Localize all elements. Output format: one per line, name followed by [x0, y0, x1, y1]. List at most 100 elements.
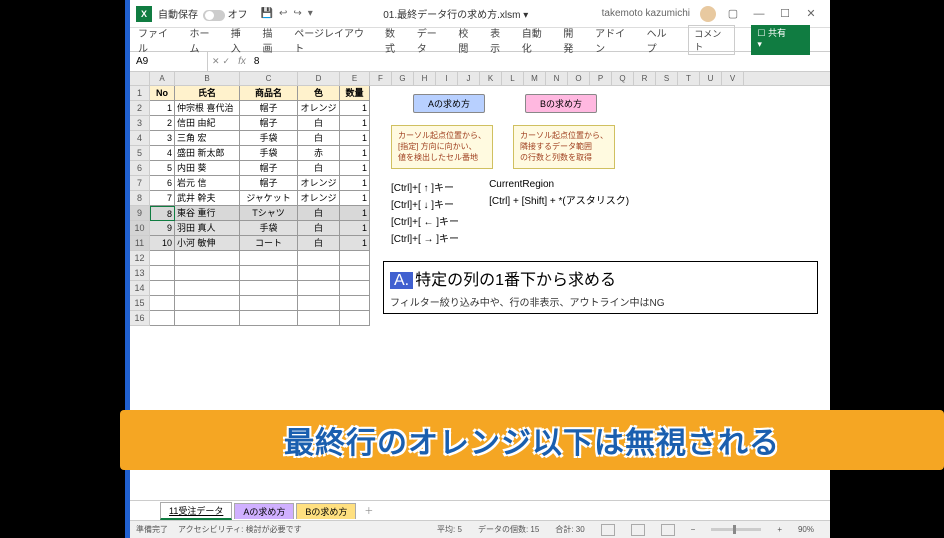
- cell[interactable]: 7: [150, 191, 175, 206]
- cell[interactable]: 仲宗根 喜代治: [175, 101, 240, 116]
- row-header[interactable]: 3: [130, 116, 150, 131]
- cell[interactable]: 白: [298, 236, 340, 251]
- tab-auto[interactable]: 自動化: [522, 25, 552, 55]
- cell[interactable]: 白: [298, 116, 340, 131]
- tab-data[interactable]: データ: [417, 25, 447, 55]
- row-header[interactable]: 12: [130, 251, 150, 266]
- cell[interactable]: 信田 由紀: [175, 116, 240, 131]
- cell[interactable]: 4: [150, 146, 175, 161]
- method-a-button[interactable]: Aの求め方: [413, 94, 485, 113]
- quick-access-toolbar[interactable]: 💾↩↪▾: [258, 8, 316, 19]
- row-header[interactable]: 1: [130, 86, 150, 101]
- row-header[interactable]: 13: [130, 266, 150, 281]
- cell[interactable]: 8: [150, 206, 175, 221]
- cell[interactable]: 羽田 真人: [175, 221, 240, 236]
- zoom-level[interactable]: 90%: [798, 525, 814, 534]
- minimize-icon[interactable]: —: [746, 8, 772, 20]
- cell[interactable]: 盛田 新太郎: [175, 146, 240, 161]
- formula-input[interactable]: 8: [250, 56, 260, 67]
- avatar[interactable]: [700, 6, 716, 22]
- cell[interactable]: 手袋: [240, 221, 298, 236]
- cell[interactable]: Tシャツ: [240, 206, 298, 221]
- cell[interactable]: 白: [298, 131, 340, 146]
- cell[interactable]: 6: [150, 176, 175, 191]
- row-header[interactable]: 8: [130, 191, 150, 206]
- zoom-slider[interactable]: [711, 528, 761, 531]
- column-headers[interactable]: ABCDE FGHIJKLMNOPQRSTUV: [130, 72, 830, 86]
- cell[interactable]: 1: [340, 221, 370, 236]
- sheet-tab-active[interactable]: 11受注データ: [160, 502, 232, 520]
- cell[interactable]: 色: [298, 86, 340, 101]
- cell[interactable]: 1: [340, 116, 370, 131]
- tab-view[interactable]: 表示: [490, 25, 510, 55]
- tab-layout[interactable]: ページレイアウト: [294, 25, 373, 55]
- ribbon-options-icon[interactable]: ▢: [720, 7, 746, 20]
- cell[interactable]: 内田 葵: [175, 161, 240, 176]
- row-header[interactable]: 7: [130, 176, 150, 191]
- method-b-button[interactable]: Bの求め方: [525, 94, 597, 113]
- tab-file[interactable]: ファイル: [138, 25, 177, 55]
- tab-review[interactable]: 校閲: [458, 25, 478, 55]
- cell[interactable]: 1: [340, 146, 370, 161]
- row-header[interactable]: 14: [130, 281, 150, 296]
- row-header[interactable]: 16: [130, 311, 150, 326]
- cell[interactable]: 手袋: [240, 131, 298, 146]
- tab-help[interactable]: ヘルプ: [647, 25, 677, 55]
- cell[interactable]: コート: [240, 236, 298, 251]
- sheet-tab-b[interactable]: Bの求め方: [296, 503, 356, 519]
- share-button[interactable]: ☐ 共有 ▾: [751, 25, 810, 55]
- cell[interactable]: ジャケット: [240, 191, 298, 206]
- cell[interactable]: 三角 宏: [175, 131, 240, 146]
- cell[interactable]: No: [150, 86, 175, 101]
- row-header[interactable]: 2: [130, 101, 150, 116]
- cell[interactable]: オレンジ: [298, 176, 340, 191]
- cell[interactable]: 赤: [298, 146, 340, 161]
- enter-icon[interactable]: ✓: [223, 56, 231, 67]
- cell[interactable]: 1: [340, 206, 370, 221]
- view-normal-icon[interactable]: [601, 524, 615, 536]
- cell[interactable]: 1: [340, 176, 370, 191]
- cell[interactable]: 手袋: [240, 146, 298, 161]
- cell[interactable]: 数量: [340, 86, 370, 101]
- tab-formula[interactable]: 数式: [385, 25, 405, 55]
- cell[interactable]: 1: [150, 101, 175, 116]
- cell[interactable]: 1: [340, 161, 370, 176]
- user-name[interactable]: takemoto kazumichi: [602, 8, 690, 19]
- cell[interactable]: 東谷 重行: [175, 206, 240, 221]
- cell[interactable]: 帽子: [240, 116, 298, 131]
- cell[interactable]: 白: [298, 221, 340, 236]
- cell[interactable]: 1: [340, 131, 370, 146]
- cell[interactable]: 白: [298, 206, 340, 221]
- row-header[interactable]: 4: [130, 131, 150, 146]
- cell[interactable]: 白: [298, 161, 340, 176]
- row-header[interactable]: 10: [130, 221, 150, 236]
- row-header[interactable]: 6: [130, 161, 150, 176]
- cell[interactable]: 岩元 信: [175, 176, 240, 191]
- cancel-icon[interactable]: ✕: [212, 56, 220, 67]
- cell[interactable]: 1: [340, 236, 370, 251]
- cell[interactable]: 帽子: [240, 101, 298, 116]
- cell[interactable]: 10: [150, 236, 175, 251]
- tab-dev[interactable]: 開発: [563, 25, 583, 55]
- maximize-icon[interactable]: ☐: [772, 7, 798, 20]
- cell[interactable]: 武井 幹夫: [175, 191, 240, 206]
- cell[interactable]: 2: [150, 116, 175, 131]
- comment-button[interactable]: コメント: [688, 25, 735, 55]
- autosave-toggle[interactable]: 自動保存 オフ: [158, 6, 248, 21]
- tab-home[interactable]: ホーム: [189, 25, 218, 55]
- sheet-tab-a[interactable]: Aの求め方: [234, 503, 294, 519]
- row-header[interactable]: 9: [130, 206, 150, 221]
- cell[interactable]: 氏名: [175, 86, 240, 101]
- cell[interactable]: 1: [340, 191, 370, 206]
- cell[interactable]: 1: [340, 101, 370, 116]
- tab-addin[interactable]: アドイン: [595, 25, 634, 55]
- close-icon[interactable]: ✕: [798, 7, 824, 20]
- row-header[interactable]: 5: [130, 146, 150, 161]
- view-layout-icon[interactable]: [631, 524, 645, 536]
- tab-draw[interactable]: 描画: [263, 25, 283, 55]
- cell[interactable]: 帽子: [240, 161, 298, 176]
- filename[interactable]: 01.最終データ行の求め方.xlsm ▾: [316, 6, 596, 21]
- cell[interactable]: 5: [150, 161, 175, 176]
- cell[interactable]: オレンジ: [298, 191, 340, 206]
- new-sheet-button[interactable]: ＋: [364, 504, 373, 517]
